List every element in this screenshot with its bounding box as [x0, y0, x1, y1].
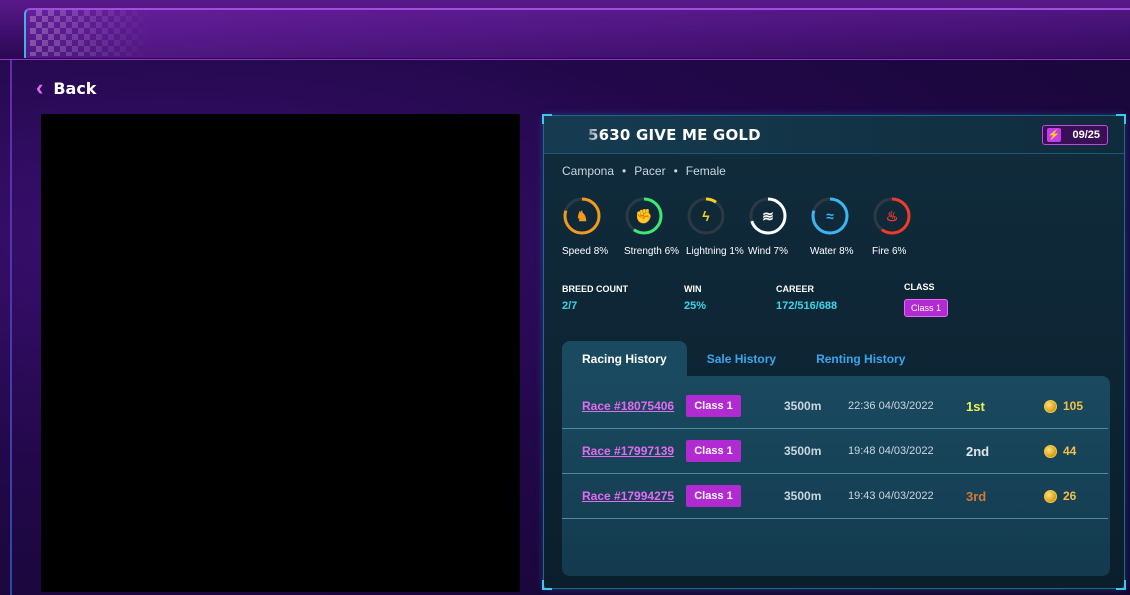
side-border: [10, 60, 12, 595]
horse-detail-card: 5630 GIVE ME GOLD ⚡ 09/25 Campona • Pace…: [542, 114, 1126, 590]
stat-ring: ≋: [748, 196, 788, 236]
table-row: Race #17997139 Class 1 3500m 19:48 04/03…: [562, 429, 1108, 474]
coin-icon: [1044, 489, 1057, 503]
race-time: 19:48 04/03/2022: [848, 445, 934, 457]
race-link[interactable]: Race #17994275: [582, 474, 674, 518]
stat-lightning: ϟ Lightning 1%: [686, 196, 750, 257]
table-row: Race #18075406 Class 1 3500m 22:36 04/03…: [562, 384, 1108, 429]
tab-renting-history[interactable]: Renting History: [796, 341, 925, 377]
table-row: Race #17994275 Class 1 3500m 19:43 04/03…: [562, 474, 1108, 519]
horse-type: Pacer: [634, 164, 666, 178]
header-frame: [24, 8, 1130, 58]
stat-label: Fire 6%: [872, 246, 907, 257]
tab-racing-history[interactable]: Racing History: [562, 341, 687, 377]
stat-label: Water 8%: [810, 246, 854, 257]
stat-speed: ♞ Speed 8%: [562, 196, 626, 257]
stat-wind: ≋ Wind 7%: [748, 196, 812, 257]
energy-value: 09/25: [1072, 129, 1100, 141]
tab-sale-history[interactable]: Sale History: [687, 341, 796, 377]
stat-ring: ♞: [562, 196, 602, 236]
race-distance: 3500m: [784, 444, 822, 458]
race-link[interactable]: Race #18075406: [582, 384, 674, 428]
top-header: [0, 0, 1130, 60]
wind-icon: ≋: [762, 207, 774, 224]
race-rank: 3rd: [966, 488, 987, 504]
race-rank: 1st: [966, 398, 985, 414]
back-button[interactable]: ‹ Back: [36, 76, 96, 100]
fire-icon: ♨: [885, 207, 899, 224]
race-reward: 26: [1044, 474, 1076, 518]
card-header: 5630 GIVE ME GOLD ⚡ 09/25: [544, 116, 1124, 154]
coin-icon: [1044, 399, 1057, 413]
lightning-icon: ϟ: [702, 208, 710, 224]
win-rate: WIN 25%: [684, 284, 707, 312]
stat-label: Speed 8%: [562, 246, 609, 257]
race-link[interactable]: Race #17997139: [582, 429, 674, 473]
horse-gender: Female: [685, 164, 726, 178]
water-icon: ≈: [826, 208, 834, 224]
horse-info: BREED COUNT 2/7 WIN 25% CAREER 172/516/6…: [562, 282, 1122, 324]
breed-count: BREED COUNT 2/7: [562, 284, 629, 312]
stat-label: Strength 6%: [624, 246, 680, 257]
career-record: CAREER 172/516/688: [776, 284, 838, 312]
race-reward: 44: [1044, 429, 1076, 473]
energy-badge: ⚡ 09/25: [1042, 125, 1108, 145]
stat-ring: ϟ: [686, 196, 726, 236]
stat-ring: ♨: [872, 196, 912, 236]
stat-label: Wind 7%: [748, 246, 789, 257]
class-badge: Class 1: [904, 299, 949, 317]
coin-icon: [1044, 444, 1057, 458]
horse-name: 5630 GIVE ME GOLD: [588, 126, 761, 144]
race-rank: 2nd: [966, 443, 990, 459]
horse-class: CLASS Class 1: [904, 282, 949, 317]
fist-icon: ✊: [635, 207, 653, 224]
lightning-icon: ⚡: [1047, 128, 1061, 142]
stat-ring: ≈: [810, 196, 850, 236]
class-badge: Class 1: [686, 384, 741, 428]
stat-fire: ♨ Fire 6%: [872, 196, 936, 257]
stat-water: ≈ Water 8%: [810, 196, 874, 257]
race-time: 19:43 04/03/2022: [848, 490, 934, 502]
class-badge: Class 1: [686, 474, 741, 518]
stat-ring: ✊: [624, 196, 664, 236]
racing-history-table: Race #18075406 Class 1 3500m 22:36 04/03…: [562, 376, 1110, 576]
stat-list: ♞ Speed 8% ✊ Strength 6% ϟ Lightning 1% …: [562, 196, 936, 257]
horse-breed: Campona: [562, 164, 615, 178]
stat-label: Lightning 1%: [686, 246, 744, 257]
horse-meta: Campona • Pacer • Female: [562, 164, 726, 178]
stat-strength: ✊ Strength 6%: [624, 196, 688, 257]
horse-icon: ♞: [575, 207, 589, 224]
class-badge: Class 1: [686, 429, 741, 473]
race-time: 22:36 04/03/2022: [848, 400, 934, 412]
back-label: Back: [53, 78, 97, 98]
race-distance: 3500m: [784, 399, 822, 413]
chevron-left-icon: ‹: [36, 75, 44, 100]
race-distance: 3500m: [784, 489, 822, 503]
checkered-flag-decoration: [30, 10, 150, 56]
race-reward: 105: [1044, 384, 1083, 428]
horse-image-area: [41, 114, 520, 592]
history-tabs: Racing History Sale History Renting Hist…: [562, 341, 925, 377]
